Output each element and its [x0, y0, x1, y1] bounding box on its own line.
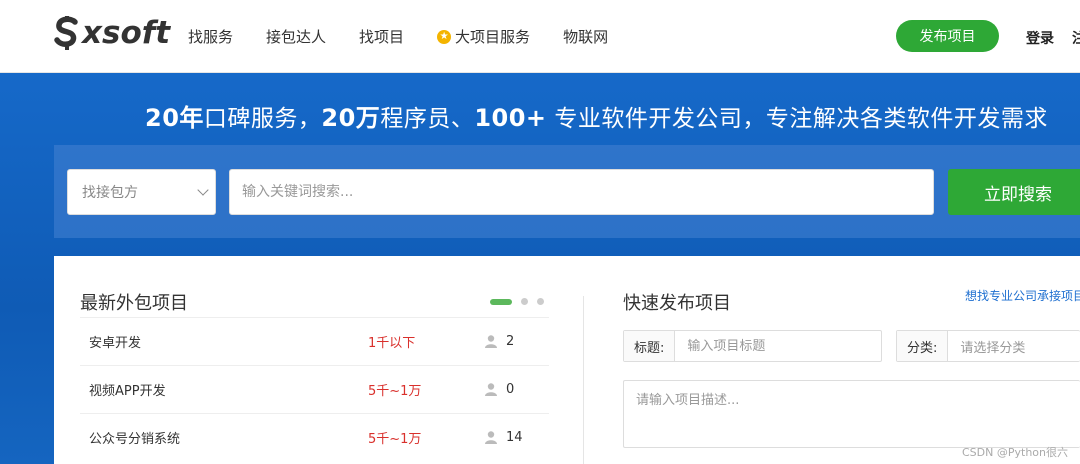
- nav-label: 大项目服务: [455, 28, 531, 46]
- category-field[interactable]: 分类: 请选择分类: [896, 330, 1080, 362]
- nav-find-service[interactable]: 找服务: [188, 26, 233, 47]
- quick-publish-title: 快速发布项目: [623, 293, 731, 314]
- logo-s-icon: [54, 16, 78, 50]
- nav-iot[interactable]: 物联网: [563, 26, 608, 47]
- project-row[interactable]: 视频APP开发 5千~1万 0: [80, 365, 549, 413]
- content-card: 最新外包项目 安卓开发 1千以下 2 视频APP开发 5千~1万 0 公众号分销…: [54, 256, 1080, 464]
- carousel-dot[interactable]: [521, 298, 528, 305]
- slogan-part: 20年: [145, 104, 204, 132]
- publish-project-button[interactable]: 发布项目: [896, 20, 999, 52]
- project-budget: 5千~1万: [368, 384, 422, 399]
- login-link[interactable]: 登录: [1026, 28, 1054, 48]
- watermark: CSDN @Python很六: [962, 446, 1068, 459]
- carousel-dot[interactable]: [537, 298, 544, 305]
- nav-big-project[interactable]: ★ 大项目服务: [437, 26, 530, 47]
- project-bid-count: 2: [506, 334, 515, 349]
- user-icon: [485, 335, 497, 348]
- slogan-part: 专业软件开发公司，专注解决各类软件开发需求: [546, 106, 1048, 132]
- field-label: 分类:: [897, 331, 949, 361]
- project-budget: 5千~1万: [368, 432, 422, 447]
- quick-publish-section: 快速发布项目 想找专业公司承接项目? 标题: 分类: 请选择分类: [584, 256, 1080, 464]
- project-bid-count: 14: [506, 430, 523, 445]
- project-description-input[interactable]: [623, 380, 1080, 448]
- project-row[interactable]: 公众号分销系统 5千~1万 14: [80, 413, 549, 461]
- project-bid-count: 0: [506, 382, 515, 397]
- banner-slogan: 20年口碑服务，20万程序员、100+ 专业软件开发公司，专注解决各类软件开发需…: [145, 98, 1048, 133]
- chevron-down-icon: [197, 184, 209, 196]
- project-row[interactable]: 安卓开发 1千以下 2: [80, 317, 549, 365]
- slogan-part: 20万: [321, 104, 381, 132]
- nav-label: 找服务: [188, 28, 234, 46]
- register-link[interactable]: 注册: [1072, 28, 1080, 48]
- nav-label: 找项目: [359, 28, 405, 46]
- project-title-input[interactable]: [675, 331, 876, 361]
- logo-text: xsoft: [82, 15, 171, 51]
- select-value: 找接包方: [82, 185, 138, 201]
- nav-label: 接包达人: [266, 28, 327, 46]
- search-panel: 找接包方 立即搜索: [54, 145, 1080, 238]
- top-header: xsoft 找服务 接包达人 找项目 ★ 大项目服务 物联网 发布项目 登录 注…: [0, 0, 1080, 73]
- carousel-dot-active[interactable]: [490, 298, 512, 305]
- user-icon: [485, 383, 497, 396]
- search-input[interactable]: [229, 169, 934, 215]
- user-icon: [485, 431, 497, 444]
- project-name: 公众号分销系统: [89, 432, 181, 447]
- slogan-part: 100+: [474, 104, 547, 132]
- nav-find-project[interactable]: 找项目: [359, 26, 404, 47]
- star-icon: ★: [437, 29, 452, 44]
- nav-label: 物联网: [563, 28, 609, 46]
- logo[interactable]: xsoft: [54, 13, 170, 53]
- search-type-select[interactable]: 找接包方: [67, 169, 216, 215]
- slogan-part: 程序员、: [380, 106, 475, 132]
- pro-company-link[interactable]: 想找专业公司承接项目?: [965, 287, 1080, 304]
- project-name: 安卓开发: [89, 336, 142, 351]
- carousel-dots: [490, 298, 544, 305]
- project-list: 安卓开发 1千以下 2 视频APP开发 5千~1万 0 公众号分销系统 5千~1…: [80, 317, 549, 461]
- search-button[interactable]: 立即搜索: [948, 169, 1080, 215]
- field-label: 标题:: [624, 331, 676, 361]
- category-select[interactable]: 请选择分类: [948, 331, 1025, 361]
- main-nav: 找服务 接包达人 找项目 ★ 大项目服务 物联网: [188, 26, 641, 47]
- latest-projects-section: 最新外包项目 安卓开发 1千以下 2 视频APP开发 5千~1万 0 公众号分销…: [54, 256, 583, 464]
- project-name: 视频APP开发: [89, 384, 166, 399]
- nav-contractors[interactable]: 接包达人: [266, 26, 326, 47]
- project-budget: 1千以下: [368, 336, 416, 351]
- slogan-part: 口碑服务，: [203, 106, 322, 132]
- project-title-field: 标题:: [623, 330, 882, 362]
- latest-projects-title: 最新外包项目: [80, 293, 188, 314]
